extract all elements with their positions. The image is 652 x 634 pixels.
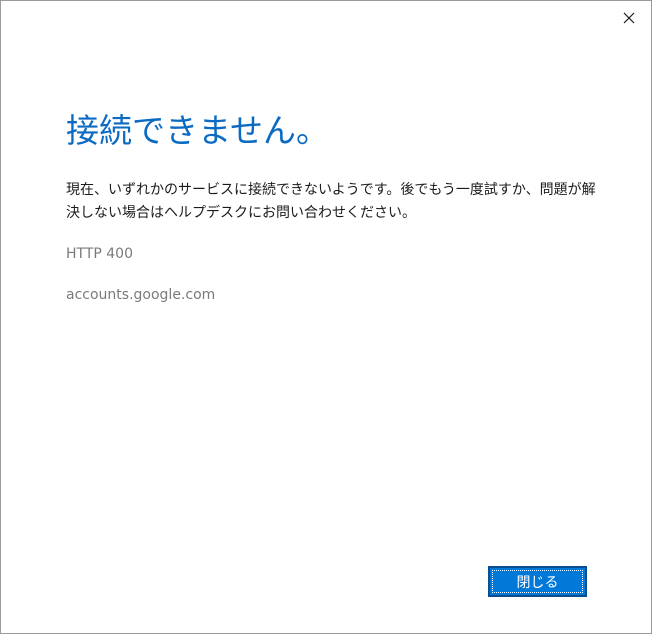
close-button[interactable]: 閉じる [488, 566, 587, 597]
close-icon [623, 12, 635, 24]
error-message: 現在、いずれかのサービスに接続できないようです。後でもう一度試すか、問題が解決し… [66, 182, 596, 221]
error-code: HTTP 400 [66, 246, 133, 262]
window-close-button[interactable] [617, 7, 641, 29]
dialog-title: 接続できません。 [66, 111, 330, 150]
error-dialog-window: 接続できません。 現在、いずれかのサービスに接続できないようです。後でもう一度試… [0, 0, 652, 634]
service-domain: accounts.google.com [66, 287, 216, 303]
